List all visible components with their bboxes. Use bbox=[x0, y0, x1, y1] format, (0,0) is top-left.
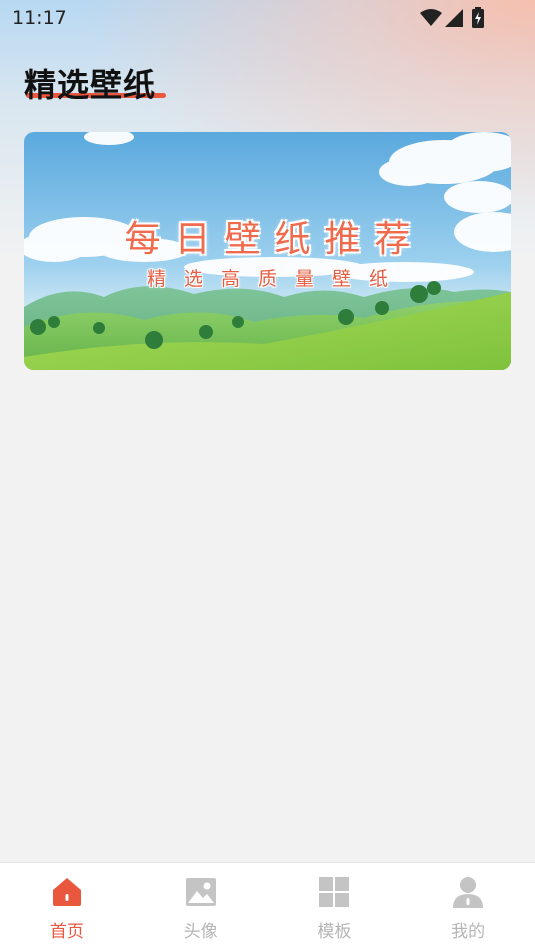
status-bar: 11:17 bbox=[0, 0, 535, 36]
cellular-signal-icon bbox=[445, 9, 463, 27]
grid-icon bbox=[319, 877, 350, 907]
banner-title: 每日壁纸推荐 bbox=[124, 219, 425, 260]
home-icon bbox=[52, 878, 81, 906]
image-icon bbox=[185, 878, 216, 906]
bottom-navigation: 首页 头像 模板 我的 bbox=[0, 862, 535, 952]
banner-subtitle: 精选高质量壁纸 bbox=[146, 268, 406, 290]
nav-label-home: 首页 bbox=[49, 922, 84, 942]
nav-label-profile: 我的 bbox=[451, 922, 486, 942]
nav-label-avatar: 头像 bbox=[183, 922, 218, 942]
wifi-icon bbox=[420, 9, 442, 26]
status-icons bbox=[413, 7, 493, 28]
daily-wallpaper-banner[interactable]: 每日壁纸推荐 精选高质量壁纸 bbox=[24, 132, 511, 370]
nav-item-profile[interactable]: 我的 bbox=[401, 863, 535, 952]
user-icon bbox=[453, 877, 484, 908]
battery-charging-icon bbox=[472, 7, 484, 28]
nav-item-home[interactable]: 首页 bbox=[0, 863, 134, 952]
nav-item-avatar[interactable]: 头像 bbox=[134, 863, 268, 952]
page-title: 精选壁纸 bbox=[24, 66, 157, 104]
nav-label-templates: 模板 bbox=[317, 922, 352, 942]
status-time: 11:17 bbox=[12, 7, 67, 29]
nav-item-templates[interactable]: 模板 bbox=[268, 863, 402, 952]
